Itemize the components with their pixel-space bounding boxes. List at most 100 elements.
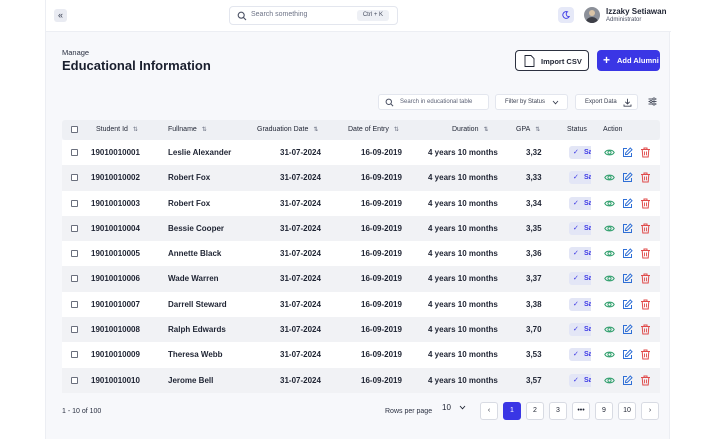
edit-icon[interactable] xyxy=(622,374,633,386)
rows-per-page-select[interactable]: 10 xyxy=(442,403,466,412)
cell-student-id: 19010010007 xyxy=(91,299,140,309)
trash-icon[interactable] xyxy=(640,147,651,158)
app-window: « Search something Ctrl + K Izzaky Setia… xyxy=(45,0,671,439)
collapse-sidebar-button[interactable]: « xyxy=(54,9,67,22)
column-header-fullname[interactable]: Fullname ⇅ xyxy=(168,126,207,133)
trash-icon[interactable] xyxy=(640,273,651,284)
edit-icon[interactable] xyxy=(622,248,633,259)
eye-icon[interactable] xyxy=(604,324,615,335)
avatar[interactable] xyxy=(584,7,600,23)
eye-icon[interactable] xyxy=(604,147,615,158)
page-button[interactable]: 10 xyxy=(618,402,636,420)
export-data-button[interactable]: Export Data xyxy=(575,94,638,110)
eye-icon[interactable] xyxy=(604,273,615,284)
eye-icon[interactable] xyxy=(604,248,615,259)
theme-toggle-button[interactable] xyxy=(558,7,574,23)
row-checkbox[interactable] xyxy=(71,300,78,308)
user-role: Administrator xyxy=(606,17,642,23)
trash-icon[interactable] xyxy=(640,349,651,360)
user-name: Izzaky Setiawan xyxy=(606,7,667,16)
status-badge: ✓ Sa xyxy=(569,272,591,286)
row-checkbox[interactable] xyxy=(71,250,78,258)
import-csv-button[interactable]: Import CSV xyxy=(515,50,589,71)
page-ellipsis[interactable]: ••• xyxy=(572,402,590,420)
row-checkbox[interactable] xyxy=(71,199,78,207)
csv-file-icon xyxy=(524,55,535,67)
cell-student-id: 19010010003 xyxy=(91,198,140,208)
trash-icon[interactable] xyxy=(640,198,651,209)
cell-fullname: Theresa Webb xyxy=(168,350,223,360)
cell-gpa: 3,37 xyxy=(526,274,542,284)
status-badge: ✓ Sa xyxy=(569,297,591,311)
previous-page-button[interactable]: ‹ xyxy=(480,402,498,420)
table-settings-button[interactable] xyxy=(645,94,660,110)
eye-icon[interactable] xyxy=(604,299,615,310)
trash-icon[interactable] xyxy=(640,248,651,259)
page-button[interactable]: 9 xyxy=(595,402,613,420)
column-header-graduation-date[interactable]: Graduation Date ⇅ xyxy=(257,126,318,133)
cell-gpa: 3,33 xyxy=(526,173,542,183)
cell-graduation-date: 31-07-2024 xyxy=(280,375,321,385)
edit-icon[interactable] xyxy=(622,223,633,234)
cell-gpa: 3,35 xyxy=(526,223,542,233)
status-filter-select[interactable]: Filter by Status xyxy=(495,94,568,110)
trash-icon[interactable] xyxy=(640,375,651,386)
cell-date-of-entry: 16-09-2019 xyxy=(361,249,402,259)
eye-icon[interactable] xyxy=(604,223,615,234)
cell-duration: 4 years 10 months xyxy=(428,325,498,335)
edit-icon[interactable] xyxy=(622,172,633,183)
status-badge: ✓ Sa xyxy=(569,221,591,235)
column-header-gpa[interactable]: GPA ⇅ xyxy=(516,126,540,133)
trash-icon[interactable] xyxy=(640,223,651,234)
cell-date-of-entry: 16-09-2019 xyxy=(361,325,402,335)
cell-duration: 4 years 10 months xyxy=(428,148,498,157)
cell-gpa: 3,70 xyxy=(526,325,542,335)
table-row: 19010010005 Annette Black 31-07-2024 16-09-… xyxy=(62,241,660,267)
add-alumni-button[interactable]: + Add Alumni xyxy=(597,50,660,71)
educational-table: Student Id ⇅ Fullname ⇅ Graduation Date ⇅ D… xyxy=(62,120,660,393)
column-header-date-of-entry[interactable]: Date of Entry ⇅ xyxy=(348,126,399,133)
table-search-input[interactable]: Search in educational table xyxy=(378,94,489,110)
select-all-checkbox[interactable] xyxy=(71,126,78,133)
double-chevron-left-icon: « xyxy=(57,10,63,20)
trash-icon[interactable] xyxy=(640,172,651,183)
edit-icon[interactable] xyxy=(622,147,633,158)
trash-icon[interactable] xyxy=(640,324,651,335)
global-search[interactable]: Search something Ctrl + K xyxy=(229,6,398,25)
edit-icon[interactable] xyxy=(622,197,633,209)
sliders-icon xyxy=(648,97,657,106)
edit-icon[interactable] xyxy=(622,299,633,310)
download-icon xyxy=(623,98,632,107)
column-header-student-id[interactable]: Student Id ⇅ xyxy=(96,126,138,133)
row-checkbox[interactable] xyxy=(71,224,78,232)
eye-icon[interactable] xyxy=(604,349,615,360)
page-button[interactable]: 3 xyxy=(549,402,567,420)
row-checkbox[interactable] xyxy=(71,275,78,283)
eye-icon[interactable] xyxy=(604,172,615,183)
row-checkbox[interactable] xyxy=(71,376,78,384)
eye-icon[interactable] xyxy=(604,375,615,386)
column-header-duration[interactable]: Duration ⇅ xyxy=(452,126,489,133)
sort-icon: ⇅ xyxy=(313,127,319,133)
eye-icon[interactable] xyxy=(604,198,615,209)
check-icon: ✓ xyxy=(573,376,579,384)
row-checkbox[interactable] xyxy=(71,326,78,334)
trash-icon[interactable] xyxy=(640,299,651,310)
page-button[interactable]: 2 xyxy=(526,402,544,420)
next-page-button[interactable]: › xyxy=(641,402,659,420)
cell-graduation-date: 31-07-2024 xyxy=(280,148,321,157)
edit-icon[interactable] xyxy=(622,273,633,284)
row-checkbox[interactable] xyxy=(71,351,78,359)
page-button[interactable]: 1 xyxy=(503,402,521,420)
edit-icon[interactable] xyxy=(622,349,633,360)
sort-icon: ⇅ xyxy=(393,127,399,133)
row-checkbox[interactable] xyxy=(71,174,78,182)
cell-graduation-date: 31-07-2024 xyxy=(280,173,321,183)
status-badge: ✓ Sa xyxy=(569,348,591,362)
row-checkbox[interactable] xyxy=(71,149,78,156)
cell-date-of-entry: 16-09-2019 xyxy=(361,350,402,360)
edit-icon[interactable] xyxy=(622,324,633,335)
table-row: 19010010003 Robert Fox 31-07-2024 16-09-201… xyxy=(62,190,660,216)
cell-gpa: 3,34 xyxy=(526,198,542,208)
topbar: « Search something Ctrl + K Izzaky Setia… xyxy=(46,0,671,32)
